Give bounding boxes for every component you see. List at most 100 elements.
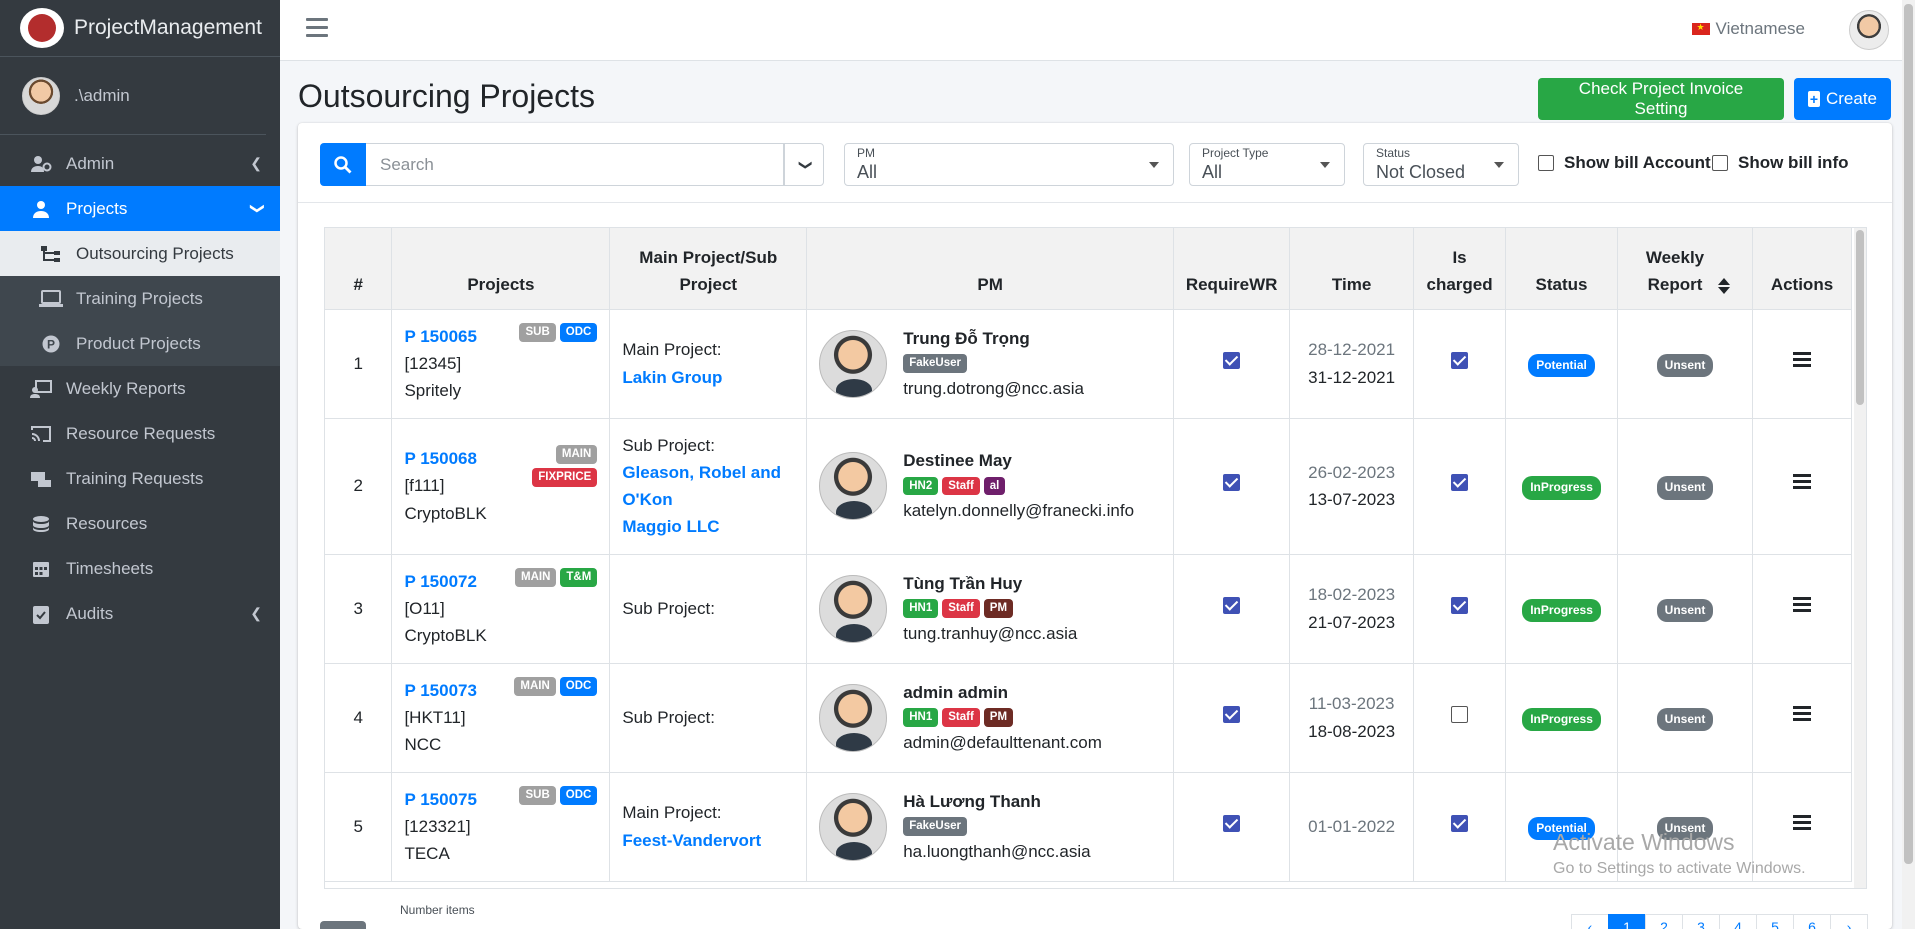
language-selector[interactable]: Vietnamese: [1691, 19, 1805, 39]
create-button[interactable]: + Create: [1794, 78, 1891, 120]
page-scrollbar[interactable]: [1902, 0, 1915, 929]
user-panel[interactable]: .\admin: [0, 57, 266, 135]
weekly-report-badge: Unsent: [1656, 353, 1714, 378]
sidebar-item-weekly-reports[interactable]: Weekly Reports: [0, 366, 280, 411]
related-project-link[interactable]: Gleason, Robel and O'Kon: [622, 459, 794, 513]
col-main-sub[interactable]: Main Project/Sub Project: [609, 228, 808, 310]
actions-menu-icon[interactable]: [1792, 703, 1811, 724]
time-cell: 01-01-2022: [1289, 772, 1415, 882]
sidebar-item-training-projects[interactable]: Training Projects: [0, 276, 280, 321]
sidebar-item-projects[interactable]: Projects ❮: [0, 186, 280, 231]
requirewr-checkbox[interactable]: [1223, 596, 1241, 614]
col-projects[interactable]: Projects: [391, 228, 611, 310]
avatar[interactable]: [1849, 10, 1889, 50]
col-weekly-report[interactable]: Weekly Report: [1617, 228, 1753, 310]
page-button[interactable]: 5: [1756, 914, 1794, 929]
is-charged-checkbox[interactable]: [1451, 705, 1469, 723]
hamburger-menu-icon[interactable]: [306, 18, 328, 37]
main-sub-cell: Sub Project:: [609, 554, 808, 664]
end-date: 31-12-2021: [1308, 367, 1396, 387]
sidebar-item-resource-requests[interactable]: Resource Requests: [0, 411, 280, 456]
requirewr-checkbox[interactable]: [1223, 474, 1241, 492]
sidebar-item-label: Timesheets: [66, 558, 154, 578]
is-charged-checkbox[interactable]: [1451, 596, 1469, 614]
sidebar-item-timesheets[interactable]: Timesheets: [0, 546, 280, 591]
is-charged-checkbox[interactable]: [1451, 474, 1469, 492]
pm-badge: PM: [983, 599, 1014, 618]
pm-select[interactable]: PM All: [844, 143, 1174, 186]
main-sub-cell: Sub Project:: [609, 663, 808, 773]
col-pm[interactable]: PM: [806, 228, 1175, 310]
project-cell: MAIN T&M P 150072 [O11] CryptoBLK: [391, 554, 611, 664]
page-size-select[interactable]: [320, 921, 366, 929]
is-charged-checkbox[interactable]: [1451, 814, 1469, 832]
search-dropdown-toggle[interactable]: ❮: [784, 143, 824, 186]
project-type-select[interactable]: Project Type All: [1189, 143, 1345, 186]
related-project-link[interactable]: Lakin Group: [622, 364, 794, 391]
page-next-button[interactable]: ›: [1830, 914, 1868, 929]
svg-text:P: P: [47, 337, 55, 351]
search-input[interactable]: [366, 143, 784, 186]
weekly-report-badge: Unsent: [1656, 476, 1714, 500]
sidebar-item-admin[interactable]: Admin ❮: [0, 141, 280, 186]
actions-menu-icon[interactable]: [1792, 594, 1811, 615]
watermark-line1: Activate Windows: [1553, 829, 1735, 855]
time-cell: 26-02-2023 13-07-2023: [1289, 418, 1415, 555]
requirewr-checkbox[interactable]: [1223, 814, 1241, 832]
sidebar-item-resources[interactable]: Resources: [0, 501, 280, 546]
main-sub-label: Sub Project:: [622, 707, 715, 727]
page-button[interactable]: 3: [1682, 914, 1720, 929]
chevron-down-icon: ❮: [247, 202, 264, 215]
page-prev-button[interactable]: ‹: [1571, 914, 1609, 929]
pm-name: Hà Lương Thanh: [903, 791, 1041, 811]
database-icon: [28, 515, 54, 533]
weekly-report-cell: Unsent: [1617, 554, 1753, 664]
caret-down-icon: [1320, 162, 1330, 168]
pm-badge: Staff: [942, 599, 980, 618]
requirewr-checkbox[interactable]: [1223, 351, 1241, 369]
check-invoice-setting-button[interactable]: Check Project Invoice Setting: [1538, 78, 1784, 120]
caret-down-icon: [1149, 162, 1159, 168]
page-button[interactable]: 1: [1608, 914, 1646, 929]
time-cell: 28-12-2021 31-12-2021: [1289, 309, 1415, 419]
sidebar-item-label: Weekly Reports: [66, 378, 186, 398]
search-button[interactable]: [320, 143, 366, 186]
col-is-charged[interactable]: Is charged: [1413, 228, 1507, 310]
sidebar-item-product-projects[interactable]: P Product Projects: [0, 321, 280, 366]
actions-menu-icon[interactable]: [1792, 349, 1811, 370]
sidebar-item-outsourcing-projects[interactable]: Outsourcing Projects: [0, 231, 280, 276]
sitemap-icon: [38, 245, 64, 263]
filter-bar: ❮ PM All Project Type All Status Not Clo…: [298, 123, 1892, 203]
weekly-report-header-label: Weekly Report: [1645, 248, 1705, 295]
row-number: 4: [325, 663, 393, 773]
related-project-link[interactable]: Feest-Vandervort: [622, 827, 794, 854]
related-project-link[interactable]: Maggio LLC: [622, 513, 794, 540]
main-sub-cell: Main Project: Feest-Vandervort: [609, 772, 808, 882]
checkbox[interactable]: [1538, 155, 1554, 171]
col-requirewr[interactable]: RequireWR: [1173, 228, 1291, 310]
actions-menu-icon[interactable]: [1792, 471, 1811, 492]
col-status[interactable]: Status: [1505, 228, 1619, 310]
page-button[interactable]: 6: [1793, 914, 1831, 929]
project-cell: MAIN ODC P 150073 [HKT11] NCC: [391, 663, 611, 773]
pm-email: trung.dotrong@ncc.asia: [903, 378, 1084, 398]
show-bill-account-checkbox[interactable]: Show bill Account: [1538, 153, 1711, 173]
end-date: 18-08-2023: [1308, 721, 1396, 741]
checkbox[interactable]: [1712, 155, 1728, 171]
project-tag: ODC: [559, 785, 598, 805]
projects-table-container[interactable]: # Projects Main Project/Sub Project PM R…: [324, 227, 1867, 889]
table-scrollbar[interactable]: [1854, 228, 1866, 888]
pm-badge: Staff: [942, 708, 980, 727]
show-bill-info-checkbox[interactable]: Show bill info: [1712, 153, 1848, 173]
sidebar-item-training-requests[interactable]: Training Requests: [0, 456, 280, 501]
sidebar-item-label: Resources: [66, 513, 148, 533]
page-button[interactable]: 2: [1645, 914, 1683, 929]
sort-icon[interactable]: [1718, 277, 1730, 294]
is-charged-checkbox[interactable]: [1451, 351, 1469, 369]
status-select[interactable]: Status Not Closed: [1363, 143, 1519, 186]
requirewr-checkbox[interactable]: [1223, 705, 1241, 723]
page-button[interactable]: 4: [1719, 914, 1757, 929]
sidebar-item-audits[interactable]: Audits ❮: [0, 591, 280, 636]
col-time[interactable]: Time: [1289, 228, 1415, 310]
brand[interactable]: ProjectManagement: [0, 0, 280, 57]
